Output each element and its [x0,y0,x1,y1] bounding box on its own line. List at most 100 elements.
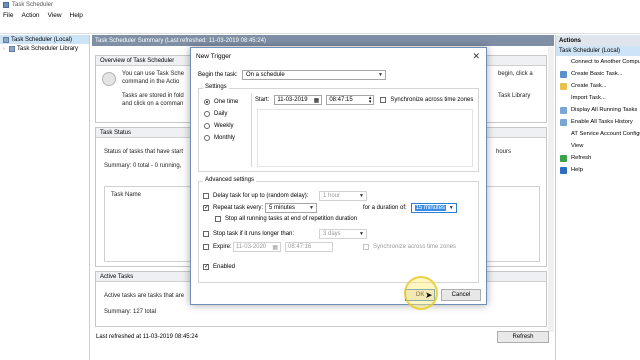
repeat-checkbox[interactable] [203,205,209,211]
repeat-interval-value: 5 minutes [269,205,296,211]
radio-daily[interactable]: Daily [204,111,227,117]
menu-file[interactable]: File [3,12,13,19]
radio-button[interactable] [204,123,210,129]
action-item-label: Create Basic Task... [571,71,623,77]
radio-monthly[interactable]: Monthly [204,135,235,141]
stop-longer-label: Stop task if it runs longer than: [213,231,295,237]
begin-task-value: On a schedule [246,72,285,78]
sync-time-zones-label: Synchronize across time zones [390,97,474,103]
clock-icon [102,72,116,86]
close-icon[interactable]: ✕ [472,51,480,62]
delay-select[interactable]: 1 hour ▼ [319,191,367,201]
calendar-icon[interactable]: ▦ [272,244,278,251]
start-time-picker[interactable]: 08:47:15 ▴ ▾ [326,95,375,105]
calendar-icon[interactable]: ▦ [314,97,320,104]
chevron-down-icon: ▼ [448,205,454,211]
enabled-row: Enabled [203,264,235,270]
table-header-task-name[interactable]: Task Name [111,191,141,199]
settings-label: Settings [203,84,229,90]
tree-item-label: Task Scheduler (Local) [11,36,73,43]
overview-text-right: begin, click a [498,71,533,77]
task-scheduler-window: Task Scheduler File Action View Help Tas… [0,0,640,360]
service-account-icon [560,131,567,138]
summary-scrollbar[interactable] [548,47,554,332]
stop-longer-checkbox[interactable] [203,231,209,237]
action-item[interactable]: Refresh [556,152,640,164]
summary-header: Task Scheduler Summary (Last refreshed: … [92,35,554,46]
repeat-interval-select[interactable]: 5 minutes ▼ [265,203,317,213]
action-item[interactable]: Create Task... [556,80,640,92]
expire-checkbox[interactable] [203,244,209,250]
connect-icon [560,59,567,66]
action-item[interactable]: Display All Running Tasks [556,104,640,116]
clock-icon [3,36,9,43]
enabled-label: Enabled [213,264,236,270]
radio-one-time[interactable]: One time [204,99,238,105]
repeat-label: Repeat task every: [213,205,264,211]
chevron-right-icon[interactable]: › [3,46,8,52]
tree-item-task-scheduler-local[interactable]: Task Scheduler (Local) [0,35,89,44]
radio-button[interactable] [204,135,210,141]
action-item-label: Create Task... [571,83,607,89]
menu-help[interactable]: Help [70,12,83,19]
enabled-checkbox[interactable] [203,264,209,270]
action-item[interactable]: Help [556,164,640,176]
radio-button[interactable] [204,99,210,105]
actions-subtitle[interactable]: Task Scheduler (Local) [556,46,640,56]
advanced-settings-label: Advanced settings [203,177,257,183]
expire-label: Expire: [213,244,232,250]
refresh-icon [560,154,567,162]
expire-time-picker[interactable]: 08:47:16 [285,242,333,252]
overview-text-line: command in the Actio [122,79,180,85]
begin-task-label: Begin the task: [198,72,238,78]
task-scheduler-app-icon [3,1,9,8]
action-item[interactable]: Create Basic Task... [556,68,640,80]
create-task-icon [560,82,567,90]
refresh-button[interactable]: Refresh [497,331,549,343]
overview-text-right: Task Library [498,93,531,99]
start-row: Start: 11-03-2019 ▦ 08:47:15 ▴ ▾ Synchron… [255,95,473,105]
expire-sync-checkbox[interactable] [363,244,369,250]
overview-text-line: and click on a comman [122,101,184,107]
spinner-icon[interactable]: ▴ ▾ [369,96,372,105]
action-item[interactable]: AT Service Account Configu [556,128,640,140]
sync-time-zones-checkbox[interactable] [380,97,387,103]
menu-action[interactable]: Action [21,12,39,19]
actions-pane: Actions Task Scheduler (Local) Connect t… [555,35,640,360]
action-item-label: Display All Running Tasks [571,107,638,113]
action-item[interactable]: Import Task... [556,92,640,104]
cancel-button[interactable]: Cancel [441,289,481,301]
running-tasks-icon [560,106,567,114]
stop-longer-select[interactable]: 3 days ▼ [319,229,367,239]
stop-longer-row: Stop task if it runs longer than: 3 days… [203,229,367,239]
action-item[interactable]: Enable All Tasks History [556,116,640,128]
action-item-label: Connect to Another Compu [571,59,640,65]
tree-item-label: Task Scheduler Library [17,45,79,52]
start-date-picker[interactable]: 11-03-2019 ▦ [274,95,323,105]
stop-running-checkbox[interactable] [215,216,221,222]
mouse-pointer-icon: ➤ [425,290,433,300]
start-label: Start: [255,97,270,103]
expire-sync-label: Synchronize across time zones [373,244,457,250]
action-item[interactable]: Connect to Another Compu [556,56,640,68]
settings-detail-area [257,109,473,167]
menu-view[interactable]: View [48,12,62,19]
active-tasks-summary: Summary: 127 total [104,309,157,315]
delay-checkbox[interactable] [203,193,209,199]
action-item-label: View [571,143,584,149]
action-item[interactable]: View [556,140,640,152]
duration-select[interactable]: 15 minutes ▼ [410,203,457,213]
help-icon [560,166,567,174]
begin-task-select[interactable]: On a schedule ▼ [242,70,386,80]
import-icon [560,95,567,102]
expire-date-picker[interactable]: 11-03-2020 ▦ [233,242,281,252]
radio-button[interactable] [204,111,210,117]
tree-item-task-scheduler-library[interactable]: › Task Scheduler Library [0,44,89,53]
dialog-title: New Trigger [196,53,232,60]
radio-weekly[interactable]: Weekly [204,123,234,129]
task-status-text: Status of tasks that have start [104,149,184,155]
start-time-value: 08:47:15 [329,97,353,103]
menu-bar: File Action View Help [0,10,640,20]
chevron-down-icon: ▼ [359,193,364,199]
chevron-down-icon: ▼ [309,205,314,211]
